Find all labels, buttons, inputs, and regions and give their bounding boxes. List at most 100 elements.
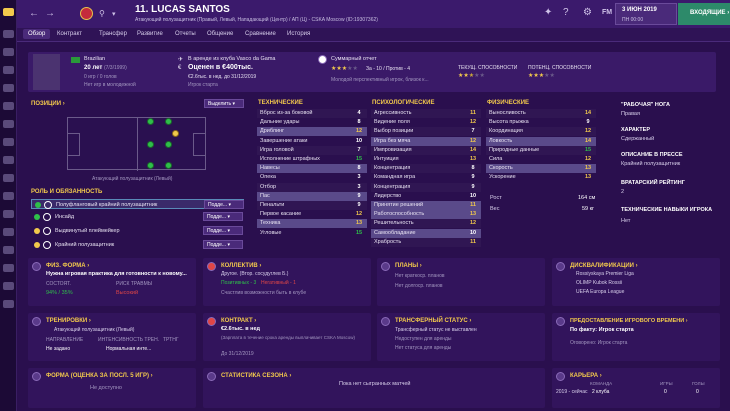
- attribute-row[interactable]: Отбор 3: [257, 183, 367, 192]
- data-hub-icon[interactable]: [3, 264, 14, 272]
- season-stats-panel[interactable]: СТАТИСТИКА СЕЗОНА › Пока нет сыгранных м…: [203, 368, 545, 408]
- attribute-row[interactable]: Выбор позиции 7: [371, 127, 481, 136]
- attribute-row[interactable]: Дриблинг 12: [257, 127, 367, 137]
- playing-time-panel[interactable]: ПРЕДОСТАВЛЕНИЕ ИГРОВОГО ВРЕМЕНИ › По фак…: [552, 313, 720, 361]
- team-panel[interactable]: КОЛЛЕКТИВ › Другое. (Втор. сосудуглев Б.…: [203, 258, 371, 306]
- season-stats-title[interactable]: СТАТИСТИКА СЕЗОНА ›: [221, 373, 291, 379]
- club-info-icon[interactable]: [3, 174, 14, 182]
- attribute-row[interactable]: Ускорение 13: [486, 173, 596, 182]
- career-title[interactable]: КАРЬЕРА ›: [570, 373, 602, 379]
- duty-dropdown[interactable]: Подде... ▾: [203, 212, 243, 221]
- tab-overview[interactable]: Обзор: [23, 29, 51, 39]
- attribute-row[interactable]: Исполнение штрафных 15: [257, 155, 367, 164]
- attribute-row[interactable]: Вброс из-за боковой 4: [257, 109, 367, 118]
- attribute-row[interactable]: Скорость 13: [486, 164, 596, 174]
- tab-interaction[interactable]: Общение: [207, 31, 233, 37]
- tab-history[interactable]: История: [287, 31, 310, 37]
- attribute-row[interactable]: Пенальти 9: [257, 201, 367, 210]
- scouting-icon[interactable]: [3, 120, 14, 128]
- attribute-row[interactable]: Первое касание 12: [257, 210, 367, 219]
- settings-icon[interactable]: ⚙: [583, 7, 592, 18]
- attribute-row[interactable]: Ловкость 14: [486, 136, 596, 146]
- attribute-row[interactable]: Завершение атаки 10: [257, 137, 367, 146]
- role-row[interactable]: Полуфланговый крайний полузащитник Подде…: [31, 199, 244, 209]
- attribute-row[interactable]: Агрессивность 11: [371, 109, 481, 118]
- forward-arrow-icon[interactable]: →: [45, 8, 55, 19]
- role-row[interactable]: Инсайд Подде... ▾: [31, 212, 244, 222]
- attribute-row[interactable]: Координация 12: [486, 127, 596, 136]
- fitness-title[interactable]: ФИЗ. ФОРМА ›: [46, 263, 89, 269]
- attribute-row[interactable]: Командная игра 9: [371, 173, 481, 182]
- chevron-down-icon[interactable]: ▾: [112, 10, 116, 18]
- help-icon[interactable]: ?: [563, 7, 569, 18]
- career-panel[interactable]: КАРЬЕРА › КОМАНДА ИГРЫ ГОЛЫ 2019 - сейча…: [552, 368, 720, 408]
- attribute-row[interactable]: Храбрость 11: [371, 238, 481, 247]
- transfer-title[interactable]: ТРАНСФЕРНЫЙ СТАТУС ›: [395, 318, 471, 324]
- search-icon[interactable]: ⚲: [99, 9, 105, 18]
- team-title[interactable]: КОЛЛЕКТИВ ›: [221, 263, 261, 269]
- duty-dropdown[interactable]: Подде... ▾: [203, 240, 243, 249]
- medical-icon[interactable]: [3, 246, 14, 254]
- fitness-panel[interactable]: ФИЗ. ФОРМА › Нужна игровая практика для …: [28, 258, 196, 306]
- squad-icon[interactable]: [3, 48, 14, 56]
- home-icon[interactable]: [3, 8, 14, 16]
- dynamics-icon[interactable]: [3, 300, 14, 308]
- tab-development[interactable]: Развитие: [137, 31, 163, 37]
- role-row[interactable]: Выдвинутый плеймейкер Подде... ▾: [31, 226, 244, 236]
- back-arrow-icon[interactable]: ←: [29, 8, 39, 19]
- attribute-row[interactable]: Интуиция 13: [371, 155, 481, 164]
- training-panel[interactable]: ТРЕНИРОВКИ › Атакующий полузащитник (Лев…: [28, 313, 196, 361]
- form-title[interactable]: ФОРМА (ОЦЕНКА ЗА ПОСЛ. 5 ИГР) ›: [46, 373, 153, 379]
- tactics-icon[interactable]: [3, 66, 14, 74]
- continue-inbox-button[interactable]: ВХОДЯЩИЕ ›: [678, 3, 730, 25]
- staff-icon[interactable]: [3, 192, 14, 200]
- attribute-row[interactable]: Пас 9: [257, 191, 367, 201]
- tab-contract[interactable]: Контракт: [57, 31, 82, 37]
- plans-panel[interactable]: ПЛАНЫ › Нет краткоср. планов Нет долгоср…: [377, 258, 545, 306]
- report-icon[interactable]: [3, 282, 14, 290]
- finances-icon[interactable]: [3, 156, 14, 164]
- attribute-row[interactable]: Игра без мяча 12: [371, 136, 481, 146]
- transfer-panel[interactable]: ТРАНСФЕРНЫЙ СТАТУС › Трансферный статус …: [377, 313, 545, 361]
- attribute-row[interactable]: Лидерство 10: [371, 192, 481, 201]
- attribute-row[interactable]: Навесы 8: [257, 164, 367, 174]
- transfers-icon[interactable]: [3, 138, 14, 146]
- tab-reports[interactable]: Отчеты: [175, 31, 196, 37]
- duty-dropdown[interactable]: Подде... ▾: [204, 200, 244, 209]
- attribute-row[interactable]: Концентрация 8: [371, 164, 481, 173]
- competitions-panel[interactable]: ДИСКВАЛИФИКАЦИИ › Rossiyskaya Premier Li…: [552, 258, 720, 306]
- form-panel[interactable]: ФОРМА (ОЦЕНКА ЗА ПОСЛ. 5 ИГР) › Не досту…: [28, 368, 196, 408]
- schedule-icon[interactable]: [3, 102, 14, 110]
- playing-time-title[interactable]: ПРЕДОСТАВЛЕНИЕ ИГРОВОГО ВРЕМЕНИ ›: [570, 318, 688, 324]
- positions-title[interactable]: ПОЗИЦИИ ›: [31, 101, 65, 107]
- attribute-row[interactable]: Решительность 12: [371, 219, 481, 228]
- contract-panel[interactable]: КОНТРАКТ › €2.6тыс. в нед (Зарплата в те…: [203, 313, 371, 361]
- role-row[interactable]: Крайний полузащитник Подде... ▾: [31, 240, 244, 250]
- attribute-row[interactable]: Принятие решений 11: [371, 201, 481, 210]
- duty-dropdown[interactable]: Подде... ▾: [203, 226, 243, 235]
- attribute-row[interactable]: Угловые 15: [257, 229, 367, 238]
- attribute-row[interactable]: Концентрация 9: [371, 183, 481, 192]
- attribute-row[interactable]: Опека 3: [257, 173, 367, 182]
- training-icon[interactable]: [3, 84, 14, 92]
- competitions-icon[interactable]: [3, 210, 14, 218]
- attribute-row[interactable]: Сила 12: [486, 155, 596, 164]
- inbox-icon[interactable]: [3, 30, 14, 38]
- attribute-row[interactable]: Техника 13: [257, 219, 367, 229]
- magic-wand-icon[interactable]: ✦: [544, 7, 552, 18]
- attribute-row[interactable]: Высота прыжка 9: [486, 118, 596, 127]
- fm-menu-button[interactable]: FM: [602, 9, 612, 16]
- attribute-row[interactable]: Импровизация 14: [371, 146, 481, 155]
- contract-title[interactable]: КОНТРАКТ ›: [221, 318, 256, 324]
- tab-transfer[interactable]: Трансфер: [99, 31, 127, 37]
- tab-comparison[interactable]: Сравнение: [245, 31, 276, 37]
- date-panel[interactable]: 3 ИЮН 2019 ПН 00:00: [615, 3, 677, 25]
- training-title[interactable]: ТРЕНИРОВКИ ›: [46, 318, 91, 324]
- attribute-row[interactable]: Дальние удары 8: [257, 118, 367, 127]
- attribute-row[interactable]: Игра головой 7: [257, 146, 367, 155]
- attribute-row[interactable]: Выносливость 14: [486, 109, 596, 118]
- plans-title[interactable]: ПЛАНЫ ›: [395, 263, 422, 269]
- attribute-row[interactable]: Работоспособность 13: [371, 210, 481, 220]
- attribute-row[interactable]: Самообладание 10: [371, 228, 481, 238]
- dev-centre-icon[interactable]: [3, 228, 14, 236]
